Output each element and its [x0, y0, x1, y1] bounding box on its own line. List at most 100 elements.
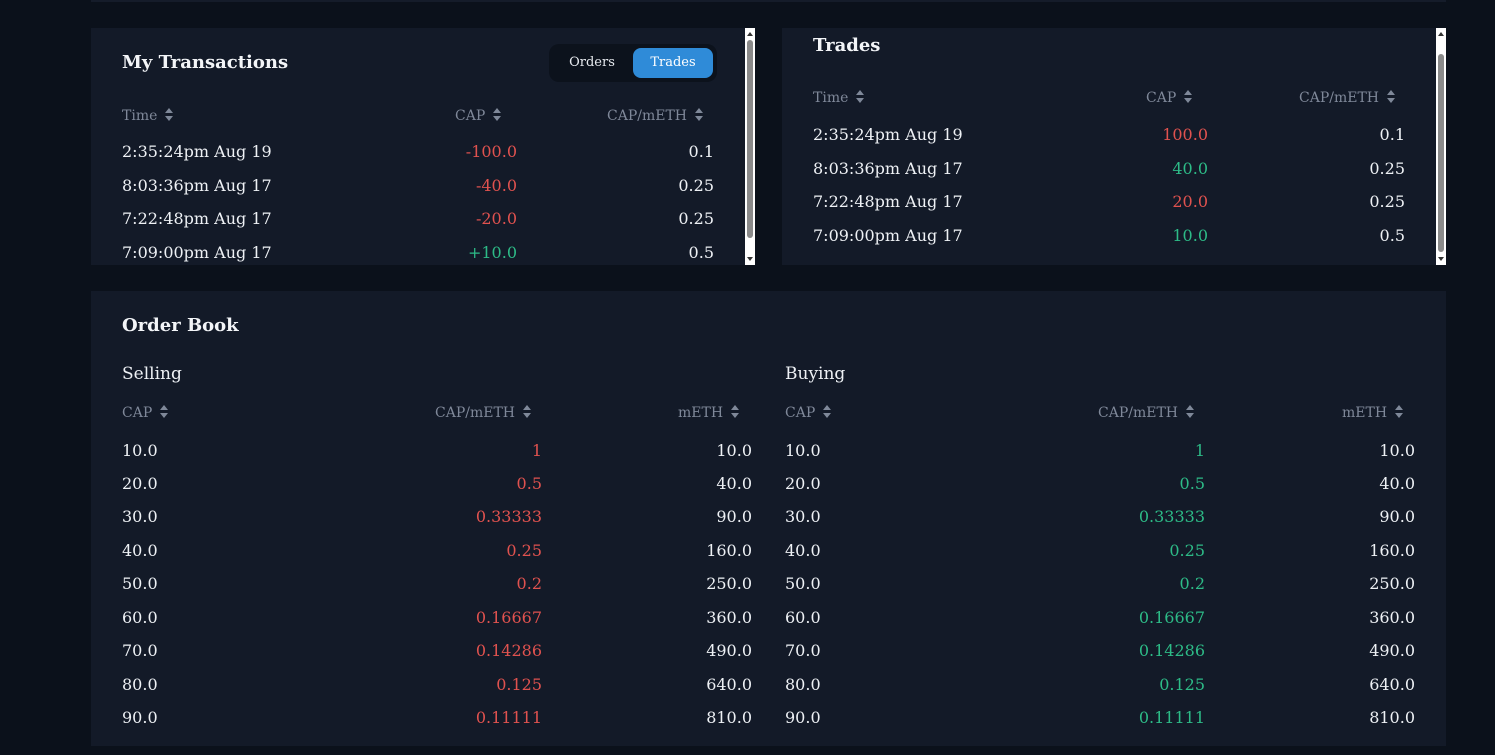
transaction-price: 0.25: [678, 209, 714, 228]
orders-tab-button[interactable]: Orders: [553, 48, 631, 78]
sort-icon[interactable]: [1395, 404, 1405, 418]
trades-tab-button[interactable]: Trades: [633, 48, 713, 78]
buying-cap: 10.0: [785, 441, 821, 460]
buying-meth: 810.0: [1369, 708, 1415, 727]
scroll-down-arrow-icon[interactable]: [1437, 255, 1445, 263]
buying-cap: 20.0: [785, 474, 821, 493]
buying-meth: 360.0: [1369, 608, 1415, 627]
sort-icon[interactable]: [731, 404, 741, 418]
buying-price-header[interactable]: CAP/mETH: [1098, 404, 1196, 421]
transaction-price: 0.1: [688, 142, 714, 161]
scrollbar-thumb[interactable]: [1438, 54, 1444, 252]
buying-meth-header[interactable]: mETH: [1342, 404, 1405, 421]
price-column-header[interactable]: CAP/mETH: [1299, 89, 1397, 106]
selling-meth-header[interactable]: mETH: [678, 404, 741, 421]
selling-price: 0.11111: [475, 708, 542, 727]
selling-meth: 490.0: [706, 641, 752, 660]
buying-price: 0.2: [1179, 574, 1205, 593]
scroll-down-arrow-icon[interactable]: [746, 255, 754, 263]
my-transactions-scrollbar[interactable]: [745, 28, 755, 265]
selling-meth: 40.0: [716, 474, 752, 493]
buying-price: 0.25: [1169, 541, 1205, 560]
scrollbar-thumb[interactable]: [747, 40, 753, 238]
buying-meth: 90.0: [1379, 507, 1415, 526]
cap-column-header[interactable]: CAP: [455, 107, 503, 124]
selling-price: 0.5: [516, 474, 542, 493]
time-column-header[interactable]: Time: [122, 107, 175, 124]
buying-price: 0.11111: [1138, 708, 1205, 727]
buying-label: Buying: [785, 364, 846, 384]
price-column-header[interactable]: CAP/mETH: [607, 107, 705, 124]
transaction-price: 0.25: [678, 176, 714, 195]
selling-meth: 360.0: [706, 608, 752, 627]
sort-icon[interactable]: [1186, 404, 1196, 418]
buying-meth: 640.0: [1369, 675, 1415, 694]
sort-icon[interactable]: [493, 107, 503, 121]
trade-cap: 10.0: [1172, 226, 1208, 245]
trade-time: 7:22:48pm Aug 17: [813, 192, 963, 211]
selling-price: 0.33333: [475, 507, 542, 526]
buying-cap: 30.0: [785, 507, 821, 526]
selling-price: 1: [531, 441, 542, 460]
selling-price: 0.14286: [475, 641, 542, 660]
trades-panel: Trades Time CAP CAP/mETH 2:35:24pm Aug 1…: [782, 28, 1446, 265]
sort-icon[interactable]: [165, 107, 175, 121]
selling-cap: 70.0: [122, 641, 158, 660]
selling-cap: 50.0: [122, 574, 158, 593]
order-book-panel: Order Book Selling CAP CAP/mETH mETH 10.…: [91, 291, 1446, 746]
trade-cap: 100.0: [1162, 125, 1208, 144]
selling-label: Selling: [122, 364, 182, 384]
buying-cap-header[interactable]: CAP: [785, 404, 833, 421]
scroll-up-arrow-icon[interactable]: [1437, 30, 1445, 38]
selling-price-header[interactable]: CAP/mETH: [435, 404, 533, 421]
trade-cap: 20.0: [1172, 192, 1208, 211]
selling-price: 0.125: [496, 675, 542, 694]
trade-price: 0.25: [1369, 192, 1405, 211]
selling-cap: 30.0: [122, 507, 158, 526]
sort-icon[interactable]: [695, 107, 705, 121]
buying-meth: 160.0: [1369, 541, 1415, 560]
order-book-title: Order Book: [122, 315, 239, 336]
sort-icon[interactable]: [1387, 89, 1397, 103]
buying-meth: 490.0: [1369, 641, 1415, 660]
orders-trades-toggle: Orders Trades: [549, 44, 717, 82]
selling-price: 0.25: [506, 541, 542, 560]
selling-cap: 10.0: [122, 441, 158, 460]
buying-meth: 250.0: [1369, 574, 1415, 593]
trade-time: 8:03:36pm Aug 17: [813, 159, 963, 178]
trade-cap: 40.0: [1172, 159, 1208, 178]
buying-cap: 50.0: [785, 574, 821, 593]
sort-icon[interactable]: [856, 89, 866, 103]
selling-meth: 160.0: [706, 541, 752, 560]
transaction-cap: +10.0: [467, 243, 517, 262]
selling-meth: 810.0: [706, 708, 752, 727]
selling-price: 0.16667: [475, 608, 542, 627]
selling-cap: 90.0: [122, 708, 158, 727]
buying-cap: 60.0: [785, 608, 821, 627]
trade-time: 7:09:00pm Aug 17: [813, 226, 963, 245]
selling-price: 0.2: [516, 574, 542, 593]
transaction-time: 7:09:00pm Aug 17: [122, 243, 272, 262]
trades-scrollbar[interactable]: [1436, 28, 1446, 265]
selling-cap-header[interactable]: CAP: [122, 404, 170, 421]
scroll-up-arrow-icon[interactable]: [746, 30, 754, 38]
buying-cap: 80.0: [785, 675, 821, 694]
trade-time: 2:35:24pm Aug 19: [813, 125, 963, 144]
selling-meth: 10.0: [716, 441, 752, 460]
my-transactions-panel: My Transactions Orders Trades Time CAP C…: [91, 28, 755, 265]
selling-meth: 640.0: [706, 675, 752, 694]
buying-price: 0.33333: [1138, 507, 1205, 526]
transaction-time: 8:03:36pm Aug 17: [122, 176, 272, 195]
selling-cap: 20.0: [122, 474, 158, 493]
selling-cap: 80.0: [122, 675, 158, 694]
sort-icon[interactable]: [523, 404, 533, 418]
transaction-cap: -20.0: [475, 209, 517, 228]
cap-column-header[interactable]: CAP: [1146, 89, 1194, 106]
time-column-header[interactable]: Time: [813, 89, 866, 106]
trade-price: 0.5: [1379, 226, 1405, 245]
trade-price: 0.1: [1379, 125, 1405, 144]
sort-icon[interactable]: [160, 404, 170, 418]
transaction-cap: -40.0: [475, 176, 517, 195]
sort-icon[interactable]: [823, 404, 833, 418]
sort-icon[interactable]: [1184, 89, 1194, 103]
